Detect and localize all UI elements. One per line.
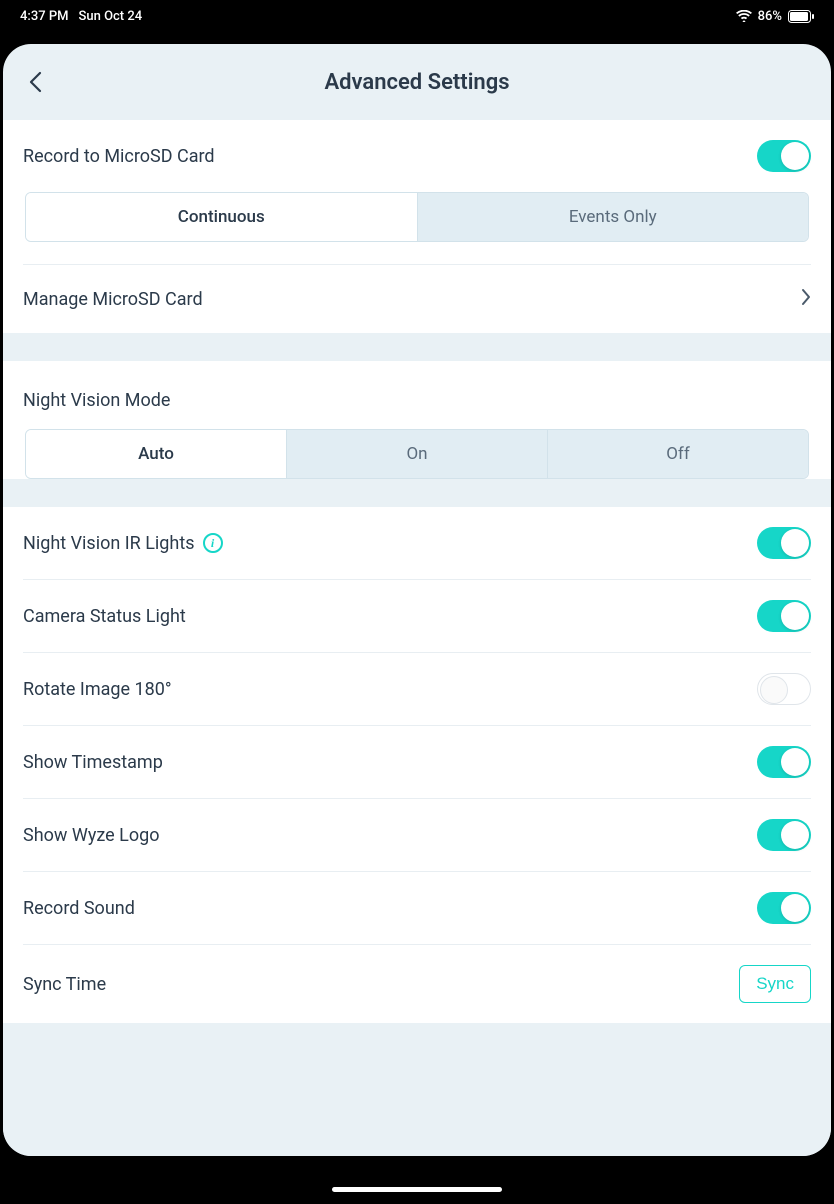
row-status-light: Camera Status Light [3, 580, 831, 652]
row-sync-time: Sync Time Sync [3, 945, 831, 1023]
chevron-right-icon [801, 288, 811, 310]
row-rotate: Rotate Image 180° [3, 653, 831, 725]
back-button[interactable] [19, 66, 51, 98]
row-logo: Show Wyze Logo [3, 799, 831, 871]
label-sound: Record Sound [23, 898, 135, 919]
label-sync-time: Sync Time [23, 974, 106, 995]
page-title: Advanced Settings [324, 70, 509, 95]
bottom-spacer [3, 1023, 831, 1156]
row-manage-sd[interactable]: Manage MicroSD Card [3, 265, 831, 333]
segmented-record-mode: Continuous Events Only [25, 192, 809, 242]
segment-nv-off[interactable]: Off [547, 430, 808, 478]
label-night-vision: Night Vision Mode [23, 390, 170, 411]
section-recording: Record to MicroSD Card Continuous Events… [3, 120, 831, 333]
row-timestamp: Show Timestamp [3, 726, 831, 798]
label-timestamp: Show Timestamp [23, 752, 163, 773]
toggle-ir-lights[interactable] [757, 527, 811, 559]
row-ir-lights: Night Vision IR Lights i [3, 507, 831, 579]
segment-events-only[interactable]: Events Only [417, 193, 809, 241]
segment-nv-auto[interactable]: Auto [26, 430, 286, 478]
app-panel: Advanced Settings Record to MicroSD Card… [3, 44, 831, 1156]
toggle-record-sd[interactable] [757, 140, 811, 172]
status-date: Sun Oct 24 [79, 9, 143, 24]
label-record-sd: Record to MicroSD Card [23, 146, 215, 167]
label-rotate: Rotate Image 180° [23, 679, 172, 700]
toggle-status-light[interactable] [757, 600, 811, 632]
segment-continuous[interactable]: Continuous [26, 193, 417, 241]
chevron-left-icon [28, 71, 42, 93]
info-icon[interactable]: i [203, 533, 223, 553]
row-night-vision-label: Night Vision Mode [3, 361, 831, 429]
wifi-icon [736, 10, 752, 22]
status-bar: 4:37 PM Sun Oct 24 86% [0, 4, 834, 28]
label-status-light: Camera Status Light [23, 606, 186, 627]
home-indicator[interactable] [332, 1187, 502, 1192]
status-time: 4:37 PM [20, 9, 69, 24]
row-record-sd: Record to MicroSD Card [3, 120, 831, 192]
label-manage-sd: Manage MicroSD Card [23, 289, 203, 310]
status-battery-percent: 86% [758, 9, 782, 24]
toggle-timestamp[interactable] [757, 746, 811, 778]
content: Record to MicroSD Card Continuous Events… [3, 120, 831, 1156]
text-ir-lights: Night Vision IR Lights [23, 533, 195, 554]
header: Advanced Settings [3, 44, 831, 120]
toggle-logo[interactable] [757, 819, 811, 851]
sync-button[interactable]: Sync [739, 965, 811, 1003]
label-logo: Show Wyze Logo [23, 825, 159, 846]
section-toggles: Night Vision IR Lights i Camera Status L… [3, 507, 831, 1023]
segment-nv-on[interactable]: On [286, 430, 547, 478]
row-sound: Record Sound [3, 872, 831, 944]
battery-icon [788, 10, 814, 23]
toggle-rotate[interactable] [757, 673, 811, 705]
label-ir-lights: Night Vision IR Lights i [23, 533, 223, 554]
segmented-night-vision: Auto On Off [25, 429, 809, 479]
section-night-vision: Night Vision Mode Auto On Off [3, 361, 831, 479]
toggle-sound[interactable] [757, 892, 811, 924]
